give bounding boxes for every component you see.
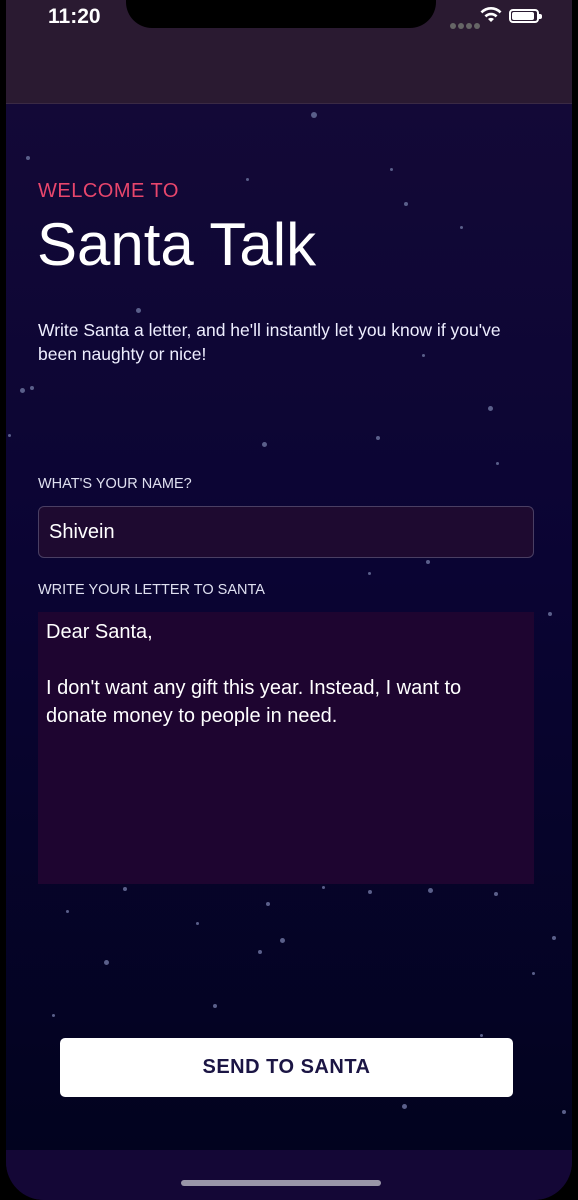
app-screen: 11:20 WELCOME TO Santa Talk Write Santa … xyxy=(6,0,572,1200)
bottom-bar xyxy=(6,1150,572,1200)
device-notch xyxy=(126,0,436,28)
app-title: Santa Talk xyxy=(37,211,317,278)
main-content: WELCOME TO Santa Talk Write Santa a lett… xyxy=(6,104,572,1150)
name-input[interactable] xyxy=(38,506,534,558)
name-field-label: WHAT'S YOUR NAME? xyxy=(38,476,192,492)
send-to-santa-button[interactable]: SEND TO SANTA xyxy=(60,1038,513,1097)
home-indicator[interactable] xyxy=(181,1180,381,1186)
letter-textarea[interactable]: Dear Santa, I don't want any gift this y… xyxy=(38,612,534,884)
wifi-icon xyxy=(480,7,502,22)
letter-field-label: WRITE YOUR LETTER TO SANTA xyxy=(38,582,265,598)
battery-icon xyxy=(509,9,542,23)
intro-text: Write Santa a letter, and he'll instantl… xyxy=(38,320,501,364)
status-time: 11:20 xyxy=(48,5,101,28)
signal-icon xyxy=(450,14,482,33)
welcome-label: WELCOME TO xyxy=(38,180,179,202)
phone-frame: 11:20 WELCOME TO Santa Talk Write Santa … xyxy=(0,0,578,1200)
